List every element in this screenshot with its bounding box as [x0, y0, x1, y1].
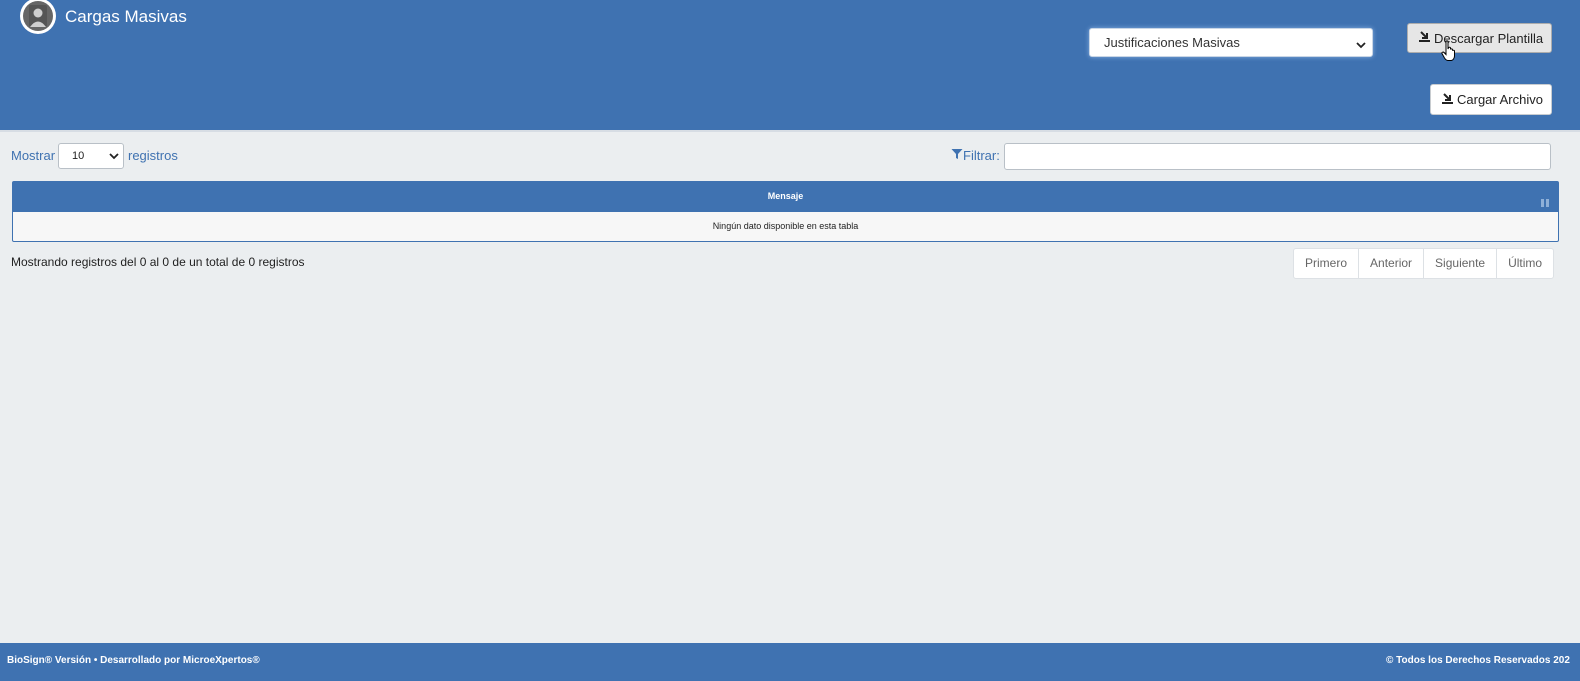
user-avatar[interactable]: [20, 0, 56, 34]
pagination-first[interactable]: Primero: [1294, 249, 1360, 278]
footer-copyright: © Todos los Derechos Reservados 202: [1386, 655, 1570, 666]
upload-file-label: Cargar Archivo: [1457, 92, 1543, 107]
sort-icon: [1540, 191, 1550, 220]
table-row: Ningún dato disponible en esta tabla: [13, 212, 1558, 241]
records-label: registros: [128, 148, 178, 163]
download-template-button[interactable]: Descargar Plantilla: [1407, 23, 1552, 53]
chevron-down-icon: [109, 151, 119, 163]
download-icon: [1418, 30, 1431, 46]
pagination-previous[interactable]: Anterior: [1359, 249, 1425, 278]
filter-input[interactable]: [1004, 143, 1551, 170]
results-table: Mensaje Ningún dato disponible en esta t…: [12, 181, 1559, 242]
chevron-down-icon: [1356, 37, 1366, 52]
filter-label-text: Filtrar:: [963, 148, 1000, 163]
table-header-mensaje[interactable]: Mensaje: [13, 182, 1558, 212]
pagination-last[interactable]: Último: [1497, 249, 1553, 278]
user-avatar-icon: [23, 1, 53, 31]
top-header: Cargas Masivas Justificaciones Masivas D…: [0, 0, 1580, 132]
upload-icon: [1441, 92, 1454, 108]
pagination-next[interactable]: Siguiente: [1424, 249, 1498, 278]
page-length-value: 10: [72, 150, 85, 162]
footer-credits: BioSign® Versión • Desarrollado por Micr…: [7, 655, 260, 666]
page-length-select[interactable]: 10: [58, 143, 124, 169]
pagination: Primero Anterior Siguiente Último: [1293, 248, 1555, 279]
upload-file-button[interactable]: Cargar Archivo: [1430, 84, 1552, 115]
page-title: Cargas Masivas: [65, 7, 187, 26]
load-type-select[interactable]: Justificaciones Masivas: [1089, 28, 1373, 57]
column-header-label: Mensaje: [767, 191, 804, 201]
load-type-selected-value: Justificaciones Masivas: [1104, 35, 1240, 50]
empty-table-message: Ningún dato disponible en esta tabla: [712, 221, 859, 231]
show-label: Mostrar: [11, 148, 56, 163]
filter-label: Filtrar:: [951, 148, 1000, 163]
hand-cursor-icon: [1441, 40, 1457, 67]
filter-icon: [951, 148, 963, 163]
footer: BioSign® Versión • Desarrollado por Micr…: [0, 643, 1580, 681]
table-info: Mostrando registros del 0 al 0 de un tot…: [11, 255, 305, 269]
